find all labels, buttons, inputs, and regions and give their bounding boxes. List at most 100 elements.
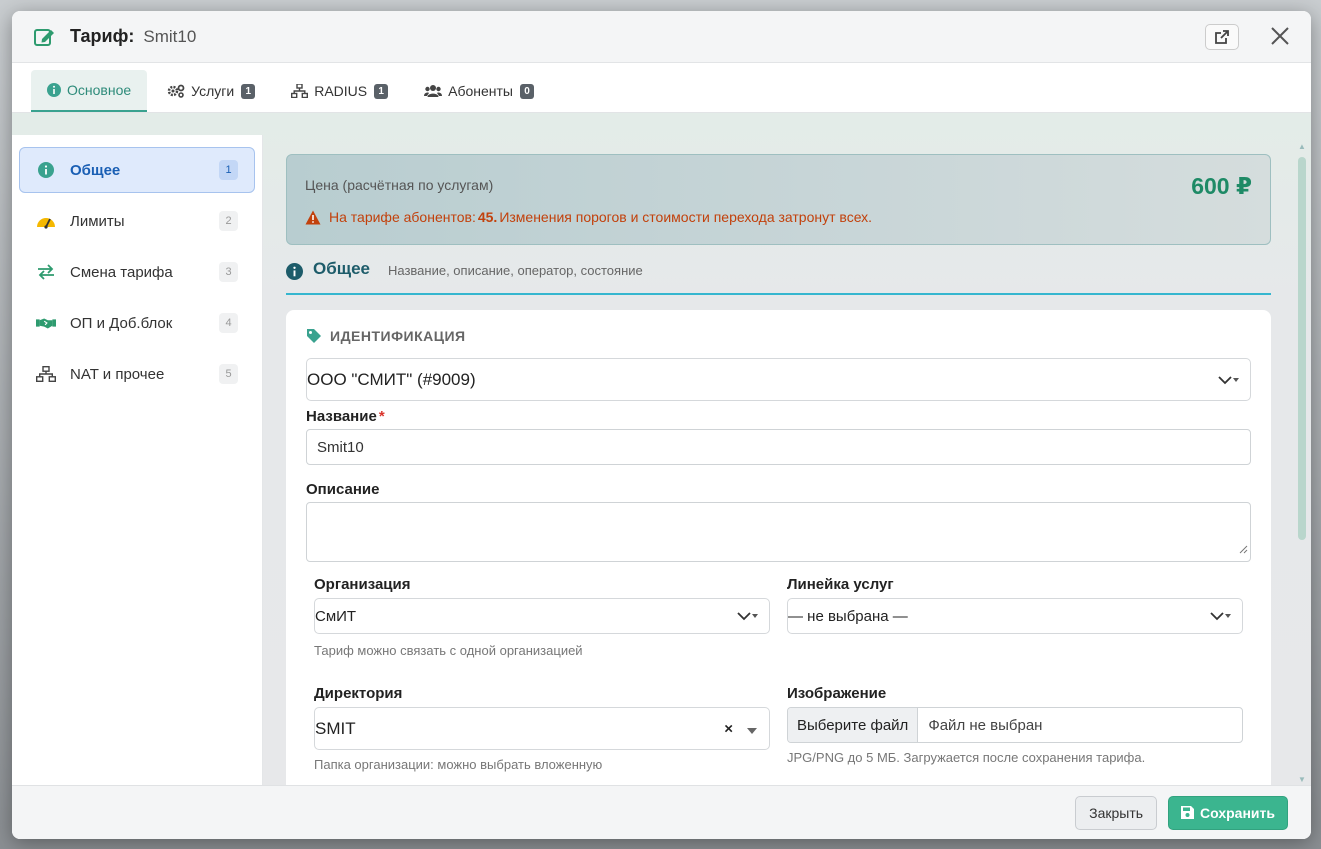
service-line-label: Линейка услуг [787,576,894,593]
directory-label: Директория [314,685,403,702]
tab-services[interactable]: Услуги 1 [151,70,271,112]
section-subtitle: Название, описание, оператор, состояние [387,263,643,278]
save-button[interactable]: Сохранить [1168,795,1288,830]
chevron-down-icon [1210,611,1232,621]
handshake-icon [36,313,56,333]
close-modal-button[interactable] [1267,23,1293,49]
operator-select[interactable]: ООО "СМИТ" (#9009) [306,358,1251,401]
scroll-up-icon[interactable]: ▲ [1297,143,1307,151]
floppy-disk-icon [1181,806,1195,819]
tab-subscribers[interactable]: Абоненты 0 [408,70,550,112]
identification-heading-text: ИДЕНТИФИКАЦИЯ [330,328,466,344]
scroll-down-icon[interactable]: ▼ [1297,776,1307,784]
description-textarea[interactable] [306,502,1251,562]
tab-badge: 1 [374,83,389,99]
sidebar-item-general[interactable]: Общее 1 [19,147,255,193]
service-line-select[interactable]: — не выбрана — [787,598,1243,634]
info-circle-icon [47,83,61,97]
name-label: Название * [306,408,1251,425]
image-hint: JPG/PNG до 5 МБ. Загружается после сохра… [787,750,1146,765]
clear-selection-icon[interactable]: × [724,720,733,737]
sidebar-item-op-addon[interactable]: ОП и Доб.блок 4 [19,300,255,346]
tab-label: RADIUS [314,83,368,99]
price-label: Цена (расчётная по услугам) [305,177,494,193]
choose-file-button[interactable]: Выберите файл [788,708,919,742]
warning-text: Изменения порогов и стоимости перехода з… [499,209,873,225]
tariff-modal: Тариф: Smit10 Основное Услуги 1 RADIUS 1… [12,11,1311,839]
sidebar-item-tariff-change[interactable]: Смена тарифа 3 [19,249,255,295]
modal-header: Тариф: Smit10 [12,11,1311,63]
tab-badge: 0 [520,83,534,99]
service-line-field: Линейка услуг — не выбрана — [787,576,1243,658]
tab-label: Абоненты [448,83,513,99]
exchange-arrows-icon [36,262,56,282]
identification-heading: ИДЕНТИФИКАЦИЯ [306,328,1251,344]
gears-icon [167,84,185,98]
image-file-input[interactable]: Выберите файл Файл не выбран [787,707,1243,743]
caret-down-icon[interactable] [747,719,757,739]
chevron-down-icon [1218,375,1240,385]
description-label: Описание [306,481,380,498]
image-field: Изображение Выберите файл Файл не выбран… [787,685,1243,772]
warning-icon [305,210,321,225]
identification-card: ИДЕНТИФИКАЦИЯ ООО "СМИТ" (#9009) Названи… [286,310,1271,785]
sidebar-item-label: Общее [70,161,121,179]
required-marker: * [378,408,385,425]
sidebar-item-limits[interactable]: Лимиты 2 [19,198,255,244]
external-link-icon [1214,29,1230,45]
chevron-down-icon [737,611,759,621]
file-name: Файл не выбран [928,716,1043,734]
modal-footer: Закрыть Сохранить [12,785,1311,839]
tab-radius[interactable]: RADIUS 1 [275,70,404,112]
section-title: Общее [313,259,370,278]
network-icon [36,364,56,384]
organization-select[interactable]: СмИТ [314,598,770,634]
sidebar-item-number: 2 [219,211,238,231]
sidebar-item-label: Смена тарифа [70,263,173,281]
network-icon [291,84,309,98]
price-value: 600 ₽ [1191,173,1252,199]
save-button-label: Сохранить [1200,804,1275,821]
tab-badge: 1 [241,83,256,99]
name-input[interactable]: Smit10 [306,429,1251,465]
tab-label: Основное [67,82,132,98]
content-scrollbar[interactable]: ▲ ▼ [1297,143,1307,784]
sidebar-item-number: 3 [219,262,238,282]
directory-value: SMIT [315,718,356,738]
sidebar-item-nat[interactable]: NAT и прочее 5 [19,351,255,397]
sidebar-item-number: 5 [219,364,238,384]
subscribers-warning: На тарифе абонентов: 45. Изменения порог… [305,209,1252,225]
warning-count: 45. [477,209,498,225]
name-label-text: Название [306,408,377,425]
organization-value: СмИТ [315,607,357,625]
tab-bar: Основное Услуги 1 RADIUS 1 Абоненты 0 [12,63,1311,113]
close-icon [1270,26,1290,46]
sidebar-item-number: 4 [219,313,238,333]
directory-field: Директория SMIT × Папка организации: мож… [314,685,770,772]
sidebar-item-label: ОП и Доб.блок [70,314,173,332]
sidebar-item-label: Лимиты [70,212,125,230]
section-header: Общее Название, описание, оператор, сост… [286,259,1271,295]
users-icon [424,84,443,98]
directory-select[interactable]: SMIT × [314,707,770,750]
price-summary: Цена (расчётная по услугам) 600 ₽ На тар… [286,154,1271,245]
tag-icon [306,328,322,344]
fields-row-2: Директория SMIT × Папка организации: мож… [306,685,1251,772]
gauge-icon [36,211,56,231]
modal-title: Тариф: [70,26,135,46]
close-button[interactable]: Закрыть [1075,795,1158,830]
open-external-button[interactable] [1205,24,1239,50]
edit-icon [34,26,56,48]
tab-label: Услуги [191,83,235,99]
operator-value: ООО "СМИТ" (#9009) [307,369,476,389]
modal-subtitle: Smit10 [143,26,197,46]
organization-hint: Тариф можно связать с одной организацией [314,643,583,658]
sidebar-item-number: 1 [219,160,238,180]
resize-handle-icon[interactable] [1239,541,1248,559]
image-label: Изображение [787,685,887,702]
info-circle-icon [286,263,303,280]
scrollbar-thumb[interactable] [1298,157,1306,540]
organization-label: Организация [314,576,411,593]
sidebar-item-label: NAT и прочее [70,365,165,383]
tab-main[interactable]: Основное [31,70,148,112]
